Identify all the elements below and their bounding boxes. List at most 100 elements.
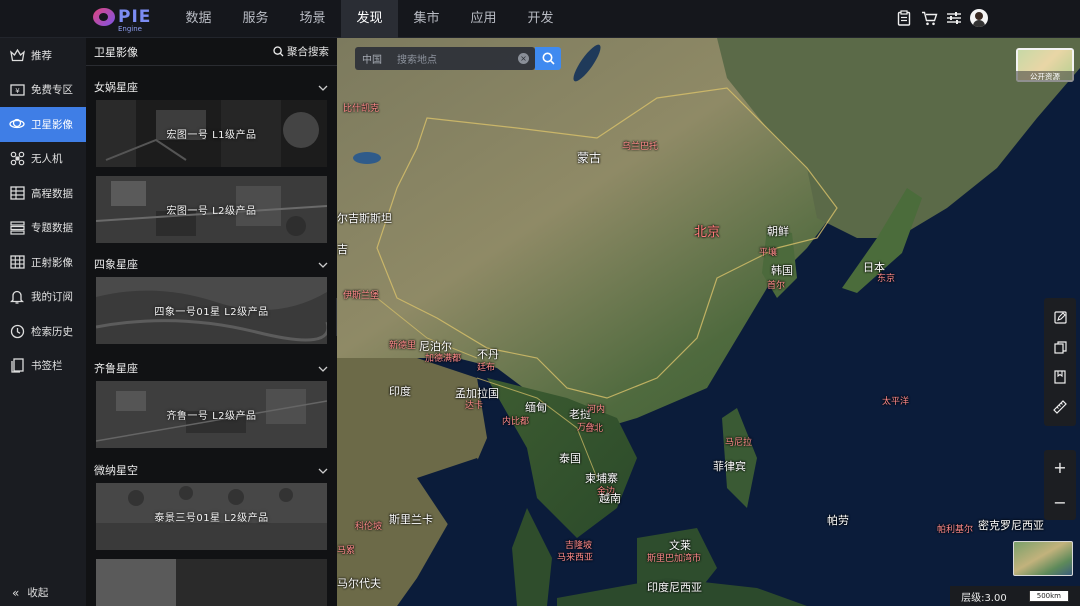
map-label-seoul: 首尔 bbox=[767, 281, 786, 291]
map-label-palikir: 帕利基尔 bbox=[937, 525, 974, 535]
group-header-weina[interactable]: 微纳星空 bbox=[86, 457, 337, 483]
map-label-micronesia: 密克罗尼西亚 bbox=[978, 519, 1044, 532]
map-label-taipei-sea: 台北 bbox=[585, 424, 604, 434]
search-button[interactable] bbox=[535, 47, 561, 70]
nav-item-discover[interactable]: 发现 bbox=[341, 0, 398, 38]
sidebar-item-label: 我的订阅 bbox=[31, 291, 73, 304]
logo-subtext: Engine bbox=[118, 25, 142, 33]
group-header-nuwa[interactable]: 女娲星座 bbox=[86, 74, 337, 100]
map-view[interactable]: 尔吉斯斯坦 吉 比什凯克 蒙古 乌兰巴托 北京 朝鲜 平壤 韩国 首尔 日本 东… bbox=[337, 38, 1080, 606]
group-title: 女娲星座 bbox=[94, 81, 138, 94]
search-icon bbox=[542, 52, 555, 65]
pie-engine-logo[interactable]: PIE Engine bbox=[93, 8, 151, 33]
zoom-in-button[interactable]: + bbox=[1053, 459, 1066, 476]
product-card[interactable]: 宏图一号 L1级产品 bbox=[96, 100, 327, 167]
product-card[interactable]: 四象一号01星 L2级产品 bbox=[96, 277, 327, 344]
sidebar-item-bookmarks[interactable]: 书签栏 bbox=[0, 349, 86, 384]
group-header-sixiang[interactable]: 四象星座 bbox=[86, 251, 337, 277]
product-label: 宏图一号 L1级产品 bbox=[166, 130, 257, 141]
collapse-sidebar-button[interactable]: « 收起 bbox=[12, 585, 48, 600]
map-label-kyrgyzstan: 尔吉斯斯坦 bbox=[337, 212, 392, 225]
map-label-sri-lanka: 斯里兰卡 bbox=[389, 513, 433, 526]
sidebar-item-elevation[interactable]: 高程数据 bbox=[0, 176, 86, 211]
edit-icon[interactable] bbox=[1051, 308, 1069, 326]
map-label-dhaka: 达卡 bbox=[465, 401, 484, 411]
sidebar-item-label: 推荐 bbox=[31, 49, 52, 62]
chevron-down-icon bbox=[318, 362, 328, 375]
nav-item-data[interactable]: 数据 bbox=[170, 0, 227, 38]
copy-icon[interactable] bbox=[1051, 338, 1069, 356]
elevation-icon bbox=[9, 185, 25, 201]
panel-header: 卫星影像 聚合搜索 bbox=[86, 38, 337, 66]
bookmark-icon bbox=[9, 358, 25, 374]
zoom-level-text: 层级:3.00 bbox=[961, 592, 1007, 604]
sidebar-item-label: 书签栏 bbox=[31, 360, 63, 373]
public-resources-label: 公开资源 bbox=[1016, 71, 1074, 82]
map-label-ji: 吉 bbox=[337, 243, 348, 256]
search-icon bbox=[273, 46, 284, 57]
place-search-input[interactable]: 搜索地点 bbox=[397, 51, 518, 66]
nav-item-services[interactable]: 服务 bbox=[227, 0, 284, 38]
map-label-indonesia: 印度尼西亚 bbox=[647, 581, 702, 594]
map-label-pyongyang: 平壤 bbox=[759, 248, 778, 258]
sidebar-item-label: 卫星影像 bbox=[31, 118, 73, 131]
map-label-thimphu: 廷布 bbox=[477, 363, 496, 373]
map-label-thailand: 泰国 bbox=[559, 452, 581, 465]
nav-item-apps[interactable]: 应用 bbox=[455, 0, 512, 38]
public-resources-button[interactable]: 公开资源 bbox=[1016, 48, 1074, 82]
map-label-philippines: 菲律宾 bbox=[713, 460, 746, 473]
cart-icon[interactable] bbox=[920, 9, 938, 27]
nav-item-develop[interactable]: 开发 bbox=[512, 0, 569, 38]
group-header-qilu[interactable]: 齐鲁星座 bbox=[86, 355, 337, 381]
drone-icon bbox=[9, 151, 25, 167]
aggregate-search-button[interactable]: 聚合搜索 bbox=[273, 44, 329, 59]
basemap-switcher[interactable] bbox=[1013, 541, 1073, 576]
sidebar-item-label: 无人机 bbox=[31, 153, 63, 166]
nav-item-market[interactable]: 集市 bbox=[398, 0, 455, 38]
sidebar-item-recommend[interactable]: 推荐 bbox=[0, 38, 86, 73]
map-label-maldives: 马尔代夫 bbox=[337, 577, 381, 590]
map-label-malaysia: 马来西亚 bbox=[557, 553, 594, 563]
sidebar-item-label: 免费专区 bbox=[31, 84, 73, 97]
panel-title: 卫星影像 bbox=[94, 45, 138, 59]
sidebar-item-free[interactable]: ¥ 免费专区 bbox=[0, 73, 86, 108]
map-label-male: 马累 bbox=[337, 546, 356, 556]
product-card[interactable] bbox=[96, 559, 327, 606]
product-card[interactable]: 宏图一号 L2级产品 bbox=[96, 176, 327, 243]
sliders-icon[interactable] bbox=[945, 9, 963, 27]
map-tools bbox=[1044, 298, 1076, 426]
product-thumbnail bbox=[96, 559, 327, 606]
product-card[interactable]: 齐鲁一号 L2级产品 bbox=[96, 381, 327, 448]
sidebar-item-label: 检索历史 bbox=[31, 325, 73, 338]
map-label-naypyidaw: 内比都 bbox=[502, 417, 530, 427]
top-nav-bar: PIE Engine 数据 服务 场景 发现 集市 应用 开发 bbox=[0, 0, 1080, 38]
chevron-down-icon bbox=[318, 81, 328, 94]
sidebar-item-thematic[interactable]: 专题数据 bbox=[0, 211, 86, 246]
sidebar-item-history[interactable]: 检索历史 bbox=[0, 314, 86, 349]
zoom-controls: + − bbox=[1044, 450, 1076, 520]
map-label-hanoi: 河内 bbox=[587, 405, 606, 415]
ruler-icon[interactable] bbox=[1051, 398, 1069, 416]
sidebar-item-ortho[interactable]: 正射影像 bbox=[0, 245, 86, 280]
map-status-bar: 层级:3.00 500km bbox=[950, 586, 1080, 606]
satellite-icon bbox=[9, 116, 25, 132]
map-label-manila: 马尼拉 bbox=[725, 438, 753, 448]
zoom-out-button[interactable]: − bbox=[1053, 494, 1066, 511]
search-region-select[interactable]: 中国 bbox=[355, 51, 397, 66]
clipboard-icon[interactable] bbox=[895, 9, 913, 27]
map-label-pacific: 太平洋 bbox=[882, 397, 910, 407]
user-avatar[interactable] bbox=[970, 9, 988, 27]
sidebar-item-subscriptions[interactable]: 我的订阅 bbox=[0, 280, 86, 315]
bookmark-add-icon[interactable] bbox=[1051, 368, 1069, 386]
map-label-tokyo: 东京 bbox=[877, 274, 896, 284]
map-label-north-korea: 朝鲜 bbox=[767, 225, 789, 238]
clear-search-icon[interactable]: × bbox=[518, 53, 529, 64]
sidebar-item-satellite[interactable]: 卫星影像 bbox=[0, 107, 86, 142]
map-label-colombo: 科伦坡 bbox=[355, 522, 383, 532]
bell-icon bbox=[9, 289, 25, 305]
sidebar-item-drone[interactable]: 无人机 bbox=[0, 142, 86, 177]
product-card[interactable]: 泰景三号01星 L2级产品 bbox=[96, 483, 327, 550]
map-label-south-korea: 韩国 bbox=[771, 264, 793, 277]
nav-item-scenes[interactable]: 场景 bbox=[284, 0, 341, 38]
map-label-bishkek: 比什凯克 bbox=[343, 104, 380, 114]
